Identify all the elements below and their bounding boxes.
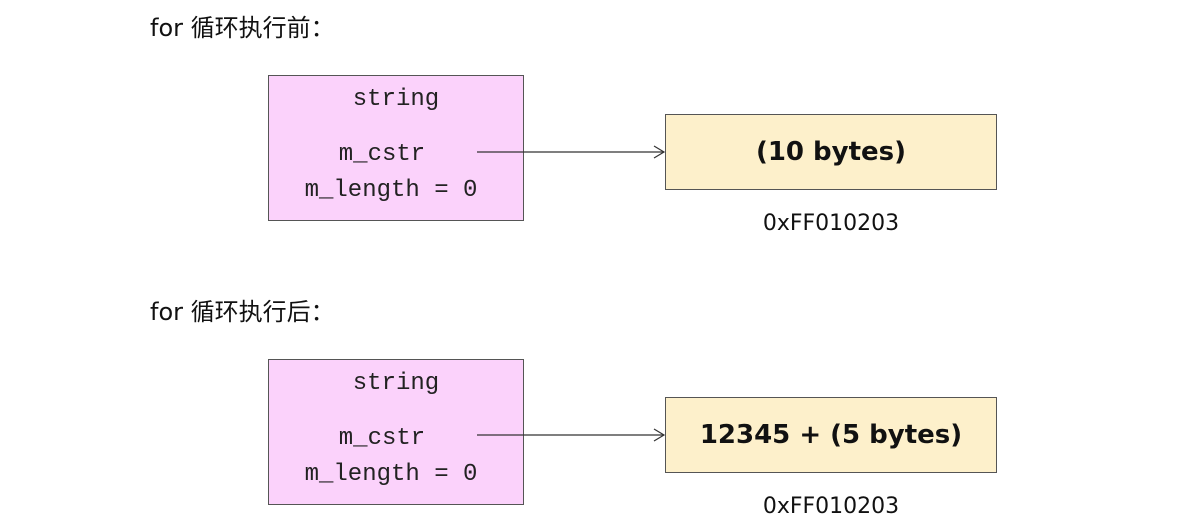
arrow-before [477, 145, 666, 159]
pointer-arrows [477, 145, 666, 442]
arrow-after [477, 428, 666, 442]
